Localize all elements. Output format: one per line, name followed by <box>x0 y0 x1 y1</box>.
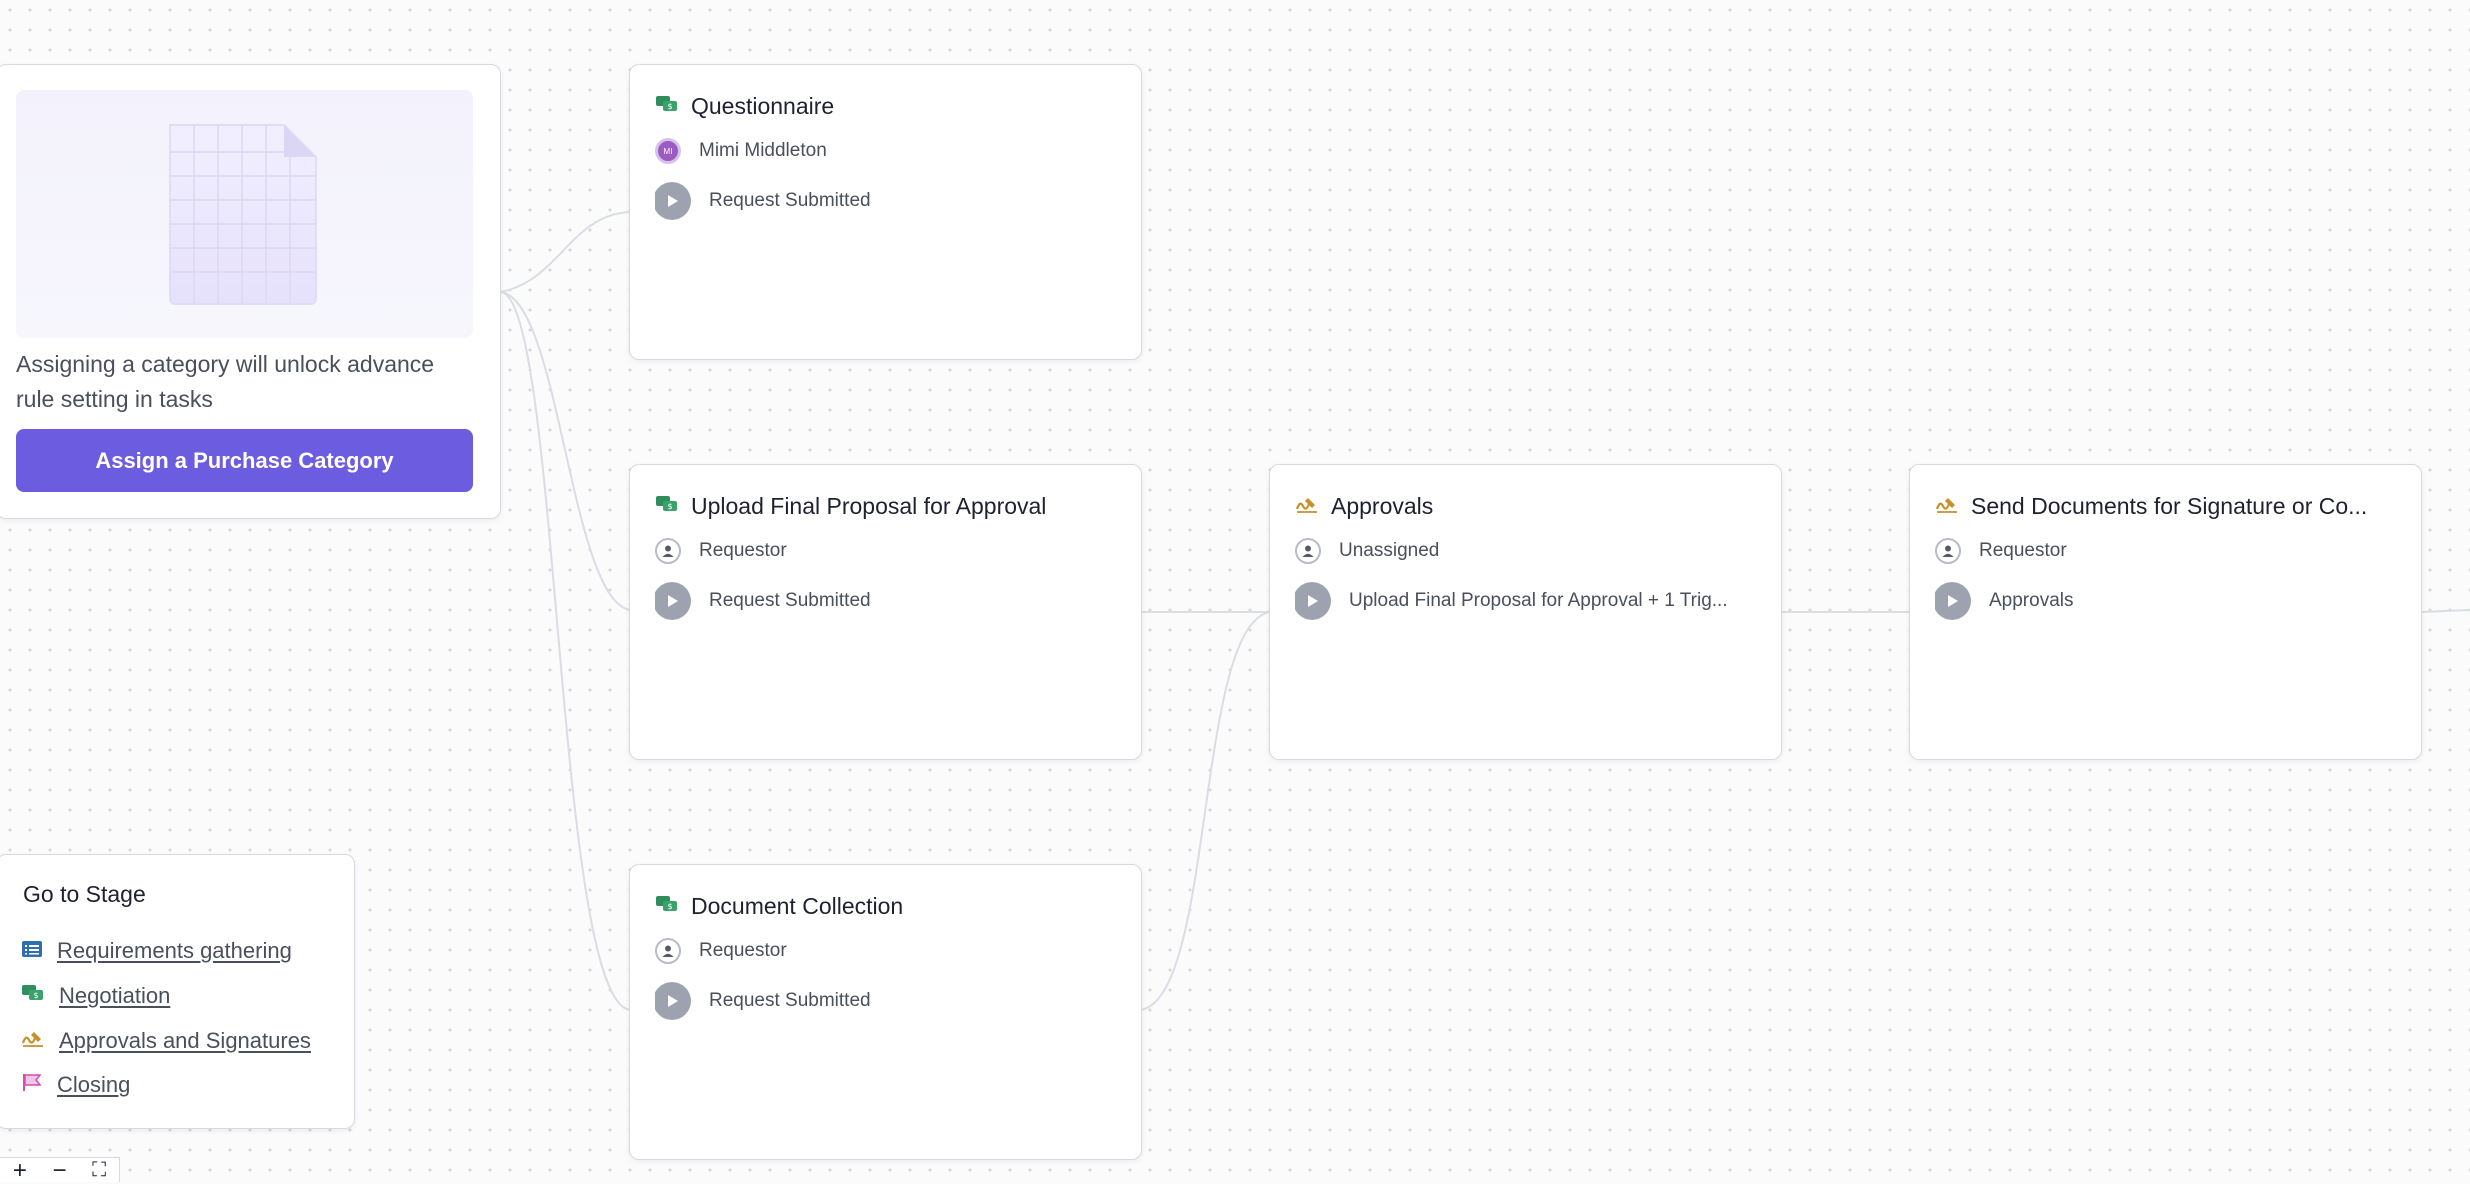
stage-link-label[interactable]: Negotiation <box>59 983 170 1009</box>
task-card-approvals[interactable]: Approvals Unassigned Upload Final Propos… <box>1269 464 1782 760</box>
fit-view-button[interactable]: ⛶ <box>92 1158 106 1183</box>
zoom-in-button[interactable]: + <box>13 1158 27 1183</box>
assignee-label: Requestor <box>699 540 787 561</box>
stage-link-label[interactable]: Closing <box>57 1072 130 1098</box>
task-card-send-documents[interactable]: Send Documents for Signature or Co... Re… <box>1909 464 2422 760</box>
trigger-label: Request Submitted <box>709 990 871 1011</box>
task-title: Approvals <box>1331 493 1434 519</box>
user-icon <box>1935 538 1961 564</box>
trigger-label: Upload Final Proposal for Approval + 1 T… <box>1349 590 1728 611</box>
svg-text:$: $ <box>33 991 38 1000</box>
flag-icon <box>21 1072 43 1098</box>
assignee-label: Unassigned <box>1339 540 1440 561</box>
negotiation-icon: $ <box>655 493 679 520</box>
document-illustration <box>16 90 473 338</box>
stage-link-label[interactable]: Requirements gathering <box>57 938 292 964</box>
user-icon <box>1295 538 1321 564</box>
negotiation-icon: $ <box>655 93 679 120</box>
play-icon <box>655 182 691 220</box>
task-title: Questionnaire <box>691 93 835 119</box>
task-title: Document Collection <box>691 893 904 919</box>
stage-panel-heading: Go to Stage <box>23 881 146 907</box>
avatar: MI <box>655 138 681 164</box>
svg-text:$: $ <box>667 102 672 111</box>
signature-icon <box>1295 493 1319 520</box>
assignee-label: Requestor <box>1979 540 2067 561</box>
play-icon <box>1935 582 1971 620</box>
trigger-label: Approvals <box>1989 590 2074 611</box>
go-to-stage-panel: Go to Stage Requirements gathering $ Neg… <box>0 854 355 1129</box>
stage-link-closing[interactable]: Closing <box>21 1072 130 1098</box>
task-title: Send Documents for Signature or Co... <box>1971 493 2368 519</box>
stage-link-requirements-gathering[interactable]: Requirements gathering <box>21 938 292 964</box>
stage-link-negotiation[interactable]: $ Negotiation <box>21 983 170 1009</box>
play-icon <box>655 982 691 1020</box>
play-icon <box>655 582 691 620</box>
stage-link-approvals-and-signatures[interactable]: Approvals and Signatures <box>21 1028 311 1054</box>
task-card-questionnaire[interactable]: $ Questionnaire MI Mimi Middleton Reques… <box>629 64 1142 360</box>
svg-text:$: $ <box>667 502 672 511</box>
purchase-category-card: Assigning a category will unlock advance… <box>0 64 501 519</box>
signature-icon <box>21 1028 45 1054</box>
category-hint-text: Assigning a category will unlock advance… <box>16 351 435 412</box>
negotiation-icon: $ <box>21 983 45 1009</box>
trigger-label: Request Submitted <box>709 190 871 211</box>
task-card-upload-final-proposal[interactable]: $ Upload Final Proposal for Approval Req… <box>629 464 1142 760</box>
svg-text:$: $ <box>667 902 672 911</box>
zoom-controls: + − ⛶ <box>0 1157 120 1183</box>
signature-icon <box>1935 493 1959 520</box>
task-title: Upload Final Proposal for Approval <box>691 493 1047 519</box>
play-icon <box>1295 582 1331 620</box>
negotiation-icon: $ <box>655 893 679 920</box>
trigger-label: Request Submitted <box>709 590 871 611</box>
assign-purchase-category-button[interactable]: Assign a Purchase Category <box>16 429 473 492</box>
zoom-out-button[interactable]: − <box>53 1158 67 1183</box>
stage-link-label[interactable]: Approvals and Signatures <box>59 1028 311 1054</box>
list-icon <box>21 938 43 964</box>
user-icon <box>655 938 681 964</box>
assignee-label: Requestor <box>699 940 787 961</box>
assignee-label: Mimi Middleton <box>699 140 827 161</box>
user-icon <box>655 538 681 564</box>
task-card-document-collection[interactable]: $ Document Collection Requestor Request … <box>629 864 1142 1160</box>
